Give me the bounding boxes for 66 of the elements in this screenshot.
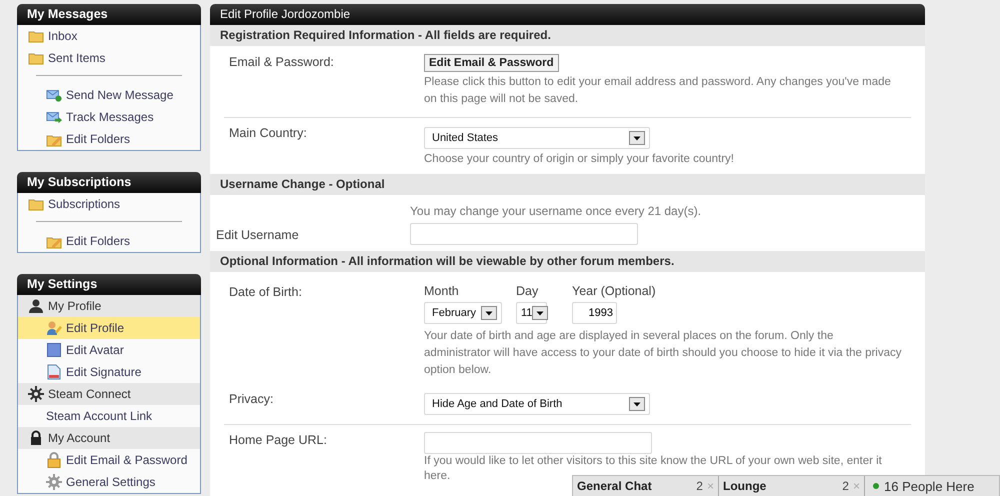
section-header: Optional Information - All information will be viewable by other forum members. (210, 251, 925, 272)
username-field[interactable] (410, 223, 638, 245)
sidebar-item[interactable]: Edit Folders (18, 230, 200, 252)
field-label: Edit Username (216, 227, 300, 244)
square-icon (46, 342, 62, 358)
gear-icon (28, 386, 44, 402)
day-dropdown[interactable]: 11 (516, 302, 547, 324)
chat-count: 2 (696, 479, 703, 493)
panel-title: My Settings (17, 274, 201, 295)
field-label: Month (424, 284, 460, 298)
dropdown-value: 11 (521, 307, 532, 319)
user-pencil-icon (46, 320, 62, 336)
sidebar-item[interactable]: Subscriptions (18, 193, 200, 215)
sidebar-item[interactable]: Edit Folders (18, 128, 200, 150)
help-text: Choose your country of origin or simply your favorite country! (424, 152, 735, 167)
sidebar-item[interactable]: Edit Avatar (18, 339, 200, 361)
help-text: You may change your username once every 21 day(s). (410, 204, 702, 218)
edit-email-button[interactable]: Edit Email & Password (424, 54, 559, 72)
panel-title: Edit Profile Jordozombie (210, 4, 925, 25)
envelope-plus-icon (46, 87, 62, 103)
field-label: Privacy: (229, 391, 274, 408)
dropdown-value: February (432, 307, 476, 319)
user-icon (28, 298, 44, 314)
sidebar-item[interactable]: General Settings (18, 471, 200, 493)
panel-title: My Messages (17, 4, 201, 25)
field-label: Year (Optional) (572, 284, 656, 298)
chat-tab[interactable]: Lounge 2 × (719, 476, 865, 496)
chat-room-name: General Chat (577, 479, 653, 493)
field-label: Day (516, 284, 540, 298)
help-text: Your date of birth and age are displayed in several places on the forum. Only the administrator will have access to your date of birth should you choose to hide it via the privacy option below. (424, 329, 902, 378)
field-label: Email & Password: (229, 54, 335, 71)
sidebar-item[interactable]: My Profile (18, 295, 200, 317)
field-label: Home Page URL: (229, 432, 328, 449)
online-count: 16 People Here (884, 478, 974, 494)
chat-room-name: Lounge (723, 479, 768, 493)
sidebar-item[interactable]: Edit Profile (18, 317, 200, 339)
sidebar-item[interactable]: Steam Account Link (18, 405, 200, 427)
sidebar-item[interactable]: My Account (18, 427, 200, 449)
year-field[interactable]: 1993 (572, 302, 617, 324)
month-dropdown[interactable]: February (424, 302, 502, 324)
lock-icon (28, 430, 44, 446)
field-label: Date of Birth: (229, 284, 303, 301)
dropdown[interactable]: Hide Age and Date of Birth (424, 393, 650, 415)
sidebar-item[interactable]: Steam Connect (18, 383, 200, 405)
section-header: Username Change - Optional (210, 174, 925, 195)
gear-icon (46, 474, 62, 490)
dropdown-value: United States (432, 132, 498, 144)
sidebar-item[interactable]: Sent Items (18, 47, 200, 69)
dropdown[interactable]: United States (424, 127, 650, 149)
help-text: Please click this button to edit your email address and password. Any changes you've made on this page will not be saved. (424, 75, 892, 107)
section-header: Registration Required Information - All fields are required. (210, 25, 925, 46)
sidebar-item[interactable]: Inbox (18, 25, 200, 47)
lock-icon (46, 452, 62, 468)
sidebar-item[interactable]: Edit Signature (18, 361, 200, 383)
document-icon (46, 364, 62, 380)
field-label: Main Country: (229, 125, 308, 142)
envelope-arrow-icon (46, 109, 62, 125)
dropdown-value: Hide Age and Date of Birth (432, 398, 562, 410)
panel-title: My Subscriptions (17, 172, 201, 193)
url-field[interactable] (424, 432, 652, 454)
sidebar-item[interactable]: Edit Email & Password (18, 449, 200, 471)
chat-count: 2 (842, 479, 849, 493)
sidebar-item[interactable]: Track Messages (18, 106, 200, 128)
sidebar-item[interactable]: Send New Message (18, 84, 200, 106)
chat-tab[interactable]: General Chat 2 × (573, 476, 719, 496)
online-dot-icon (873, 483, 879, 489)
